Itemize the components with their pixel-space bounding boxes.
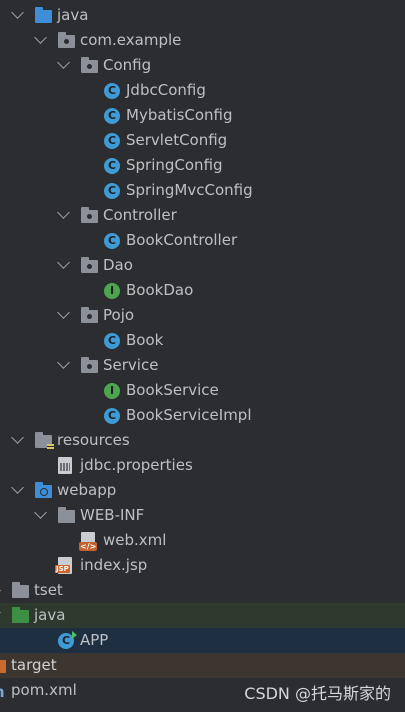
tree-row[interactable]: C ServletConfig [0, 128, 405, 153]
interface-icon: I [104, 283, 120, 299]
interface-icon: I [104, 383, 120, 399]
chevron-down-icon[interactable] [11, 481, 24, 494]
tree-row[interactable]: Dao [0, 253, 405, 278]
class-icon: C [104, 233, 120, 249]
folder-source-icon [35, 7, 52, 23]
tree-row[interactable]: C SpringMvcConfig [0, 178, 405, 203]
class-icon: C [104, 183, 120, 199]
chevron-down-icon[interactable] [57, 206, 70, 219]
tree-item-label: WEB-INF [80, 506, 145, 524]
tree-item-label: BookDao [126, 281, 194, 299]
tree-row[interactable]: C MybatisConfig [0, 103, 405, 128]
watermark: CSDN @托马斯家的 [244, 684, 391, 703]
folder-icon [58, 507, 75, 523]
chevron-down-icon[interactable] [34, 506, 47, 519]
resources-folder-icon [35, 432, 54, 450]
tree-item-label: target [11, 656, 57, 674]
tree-item-label: Config [103, 56, 152, 74]
tree-row[interactable]: Service [0, 353, 405, 378]
chevron-down-icon[interactable] [34, 31, 47, 44]
tree-item-label: webapp [57, 481, 117, 499]
package-icon [81, 57, 98, 73]
chevron-down-icon[interactable] [57, 306, 70, 319]
chevron-down-icon[interactable] [57, 56, 70, 69]
maven-file-icon [0, 680, 5, 705]
tree-row[interactable]: jdbc.properties [0, 453, 405, 478]
tree-row[interactable]: target [0, 653, 405, 678]
tree-item-label: BookController [126, 231, 238, 249]
tree-item-label: Dao [103, 256, 133, 274]
tree-item-label: SpringConfig [126, 156, 223, 174]
tree-row[interactable]: Pojo [0, 303, 405, 328]
properties-file-icon [58, 457, 72, 474]
class-icon: C [104, 133, 120, 149]
tree-item-label: BookService [126, 381, 219, 399]
tree-row[interactable]: java [0, 603, 405, 628]
class-icon: C [104, 108, 120, 124]
test-folder-icon [12, 607, 29, 623]
chevron-down-icon[interactable] [0, 606, 1, 619]
package-icon [81, 257, 98, 273]
xml-file-icon [79, 532, 98, 551]
package-icon [81, 207, 98, 223]
tree-row[interactable]: webapp [0, 478, 405, 503]
tree-row[interactable]: C Book [0, 328, 405, 353]
package-icon [58, 32, 75, 48]
tree-row[interactable]: C SpringConfig [0, 153, 405, 178]
class-icon: C [104, 408, 120, 424]
tree-row[interactable]: C BookServiceImpl [0, 403, 405, 428]
tree-row[interactable]: Controller [0, 203, 405, 228]
tree-item-label: Pojo [103, 306, 135, 324]
tree-item-label: java [57, 6, 89, 24]
chevron-down-icon[interactable] [11, 6, 24, 19]
folder-icon [0, 660, 6, 673]
tree-item-label: java [34, 606, 66, 624]
tree-row[interactable]: C APP [0, 628, 405, 653]
tree-item-label: tset [34, 581, 63, 599]
tree-item-label: SpringMvcConfig [126, 181, 253, 199]
tree-row[interactable]: C JdbcConfig [0, 78, 405, 103]
tree-row[interactable]: Config [0, 53, 405, 78]
class-icon: C [104, 333, 120, 349]
web-folder-icon [35, 482, 52, 498]
tree-item-label: resources [57, 431, 130, 449]
chevron-down-icon[interactable] [11, 431, 24, 444]
class-icon: C [104, 83, 120, 99]
tree-row[interactable]: WEB-INF [0, 503, 405, 528]
app-class-icon: C [58, 631, 77, 649]
tree-item-label: Book [126, 331, 164, 349]
tree-item-label: Controller [103, 206, 177, 224]
tree-row[interactable]: I BookDao [0, 278, 405, 303]
tree-row[interactable]: java [0, 3, 405, 28]
tree-row[interactable]: com.example [0, 28, 405, 53]
tree-row[interactable]: I BookService [0, 378, 405, 403]
jsp-file-icon [55, 557, 72, 574]
tree-row[interactable]: C BookController [0, 228, 405, 253]
tree-item-label: MybatisConfig [126, 106, 233, 124]
tree-row[interactable]: tset [0, 578, 405, 603]
tree-item-label: web.xml [103, 531, 167, 549]
chevron-right-icon[interactable] [0, 584, 1, 597]
tree-item-label: index.jsp [80, 556, 148, 574]
tree-row[interactable]: web.xml [0, 528, 405, 553]
tree-item-label: Service [103, 356, 159, 374]
project-tree: java com.example Config C JdbcConfig C Mybatis… [0, 3, 405, 705]
tree-row[interactable]: resources [0, 428, 405, 453]
tree-item-label: APP [80, 631, 109, 649]
package-icon [81, 307, 98, 323]
tree-item-label: jdbc.properties [80, 456, 193, 474]
tree-item-label: BookServiceImpl [126, 406, 252, 424]
tree-item-label: JdbcConfig [126, 81, 206, 99]
tree-row[interactable]: index.jsp [0, 553, 405, 578]
package-icon [81, 357, 98, 373]
chevron-down-icon[interactable] [57, 356, 70, 369]
chevron-down-icon[interactable] [57, 256, 70, 269]
class-icon: C [104, 158, 120, 174]
tree-item-label: pom.xml [11, 681, 77, 699]
folder-icon [12, 582, 29, 598]
tree-item-label: com.example [80, 31, 182, 49]
tree-item-label: ServletConfig [126, 131, 228, 149]
